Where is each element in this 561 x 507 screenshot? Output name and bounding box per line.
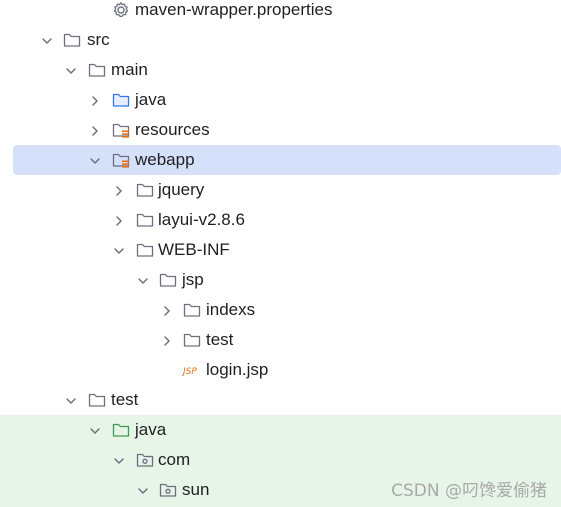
source-folder-icon — [112, 91, 130, 109]
folder-icon — [136, 241, 154, 259]
chevron-down-icon[interactable] — [112, 453, 126, 467]
chevron-down-icon[interactable] — [88, 423, 102, 437]
folder-icon — [88, 391, 106, 409]
tree-item-label: java — [135, 420, 167, 439]
tree-item-label: test — [206, 330, 234, 349]
tree-item-resources[interactable]: resources — [0, 115, 561, 145]
tree-item-test-java[interactable]: java — [0, 415, 561, 445]
chevron-down-icon[interactable] — [64, 63, 78, 77]
tree-item-jsp-test[interactable]: test — [0, 325, 561, 355]
tree-item-label: indexs — [206, 300, 256, 319]
chevron-down-icon[interactable] — [136, 273, 150, 287]
gear-file-icon — [112, 1, 130, 19]
tree-item-webapp[interactable]: webapp — [13, 145, 561, 175]
tree-item-login-jsp[interactable]: JSP login.jsp — [0, 355, 561, 385]
tree-item-label: java — [135, 90, 167, 109]
tree-item-label: sun — [182, 480, 210, 499]
folder-icon — [159, 271, 177, 289]
tree-item-label: webapp — [135, 150, 195, 169]
tree-item-label: maven-wrapper.properties — [135, 0, 333, 19]
folder-icon — [136, 181, 154, 199]
tree-item-label: resources — [135, 120, 210, 139]
folder-icon — [136, 211, 154, 229]
folder-icon — [183, 301, 201, 319]
chevron-right-icon[interactable] — [88, 123, 102, 137]
chevron-down-icon[interactable] — [64, 393, 78, 407]
tree-item-web-inf[interactable]: WEB-INF — [0, 235, 561, 265]
folder-icon — [63, 31, 81, 49]
package-icon — [159, 481, 177, 499]
tree-item-label: test — [111, 390, 139, 409]
tree-item-label: layui-v2.8.6 — [158, 210, 245, 229]
tree-item-java[interactable]: java — [0, 85, 561, 115]
tree-item-jquery[interactable]: jquery — [0, 175, 561, 205]
project-tree: maven-wrapper.properties src main java r… — [0, 0, 561, 507]
tree-item-indexs[interactable]: indexs — [0, 295, 561, 325]
tree-item-label: WEB-INF — [158, 240, 230, 259]
tree-item-layui[interactable]: layui-v2.8.6 — [0, 205, 561, 235]
chevron-down-icon[interactable] — [112, 243, 126, 257]
watermark: CSDN @叼馋爱偷猪 — [391, 481, 547, 501]
jsp-file-icon: JSP — [181, 361, 204, 379]
tree-item-label: com — [158, 450, 191, 469]
tree-item-src[interactable]: src — [0, 25, 561, 55]
tree-item-label: main — [111, 60, 148, 79]
folder-icon — [183, 331, 201, 349]
tree-item-label: login.jsp — [206, 360, 269, 379]
chevron-right-icon[interactable] — [160, 333, 174, 347]
test-source-folder-icon — [112, 421, 130, 439]
chevron-right-icon[interactable] — [88, 93, 102, 107]
tree-item-label: jsp — [182, 270, 204, 289]
chevron-down-icon[interactable] — [136, 483, 150, 497]
folder-icon — [88, 61, 106, 79]
chevron-down-icon[interactable] — [40, 33, 54, 47]
chevron-right-icon[interactable] — [160, 303, 174, 317]
tree-item-label: src — [87, 30, 110, 49]
tree-item-jsp[interactable]: jsp — [0, 265, 561, 295]
tree-item-label: jquery — [158, 180, 205, 199]
tree-item-main[interactable]: main — [0, 55, 561, 85]
tree-item-maven-wrapper-properties[interactable]: maven-wrapper.properties — [0, 0, 561, 25]
chevron-right-icon[interactable] — [112, 183, 126, 197]
resources-folder-icon — [112, 121, 130, 139]
package-icon — [136, 451, 154, 469]
resources-folder-icon — [112, 151, 130, 169]
svg-text:JSP: JSP — [182, 367, 197, 377]
tree-item-com[interactable]: com — [0, 445, 561, 475]
chevron-down-icon[interactable] — [88, 153, 102, 167]
chevron-right-icon[interactable] — [112, 213, 126, 227]
tree-item-test[interactable]: test — [0, 385, 561, 415]
